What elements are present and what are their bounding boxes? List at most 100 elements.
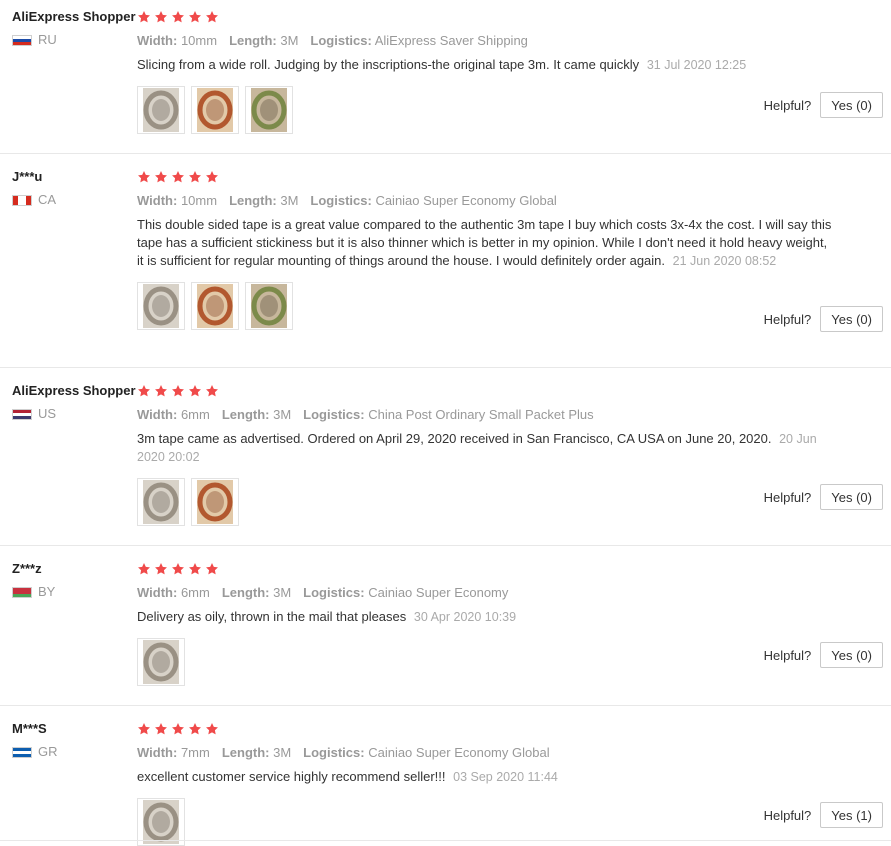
width-label: Width: bbox=[137, 585, 178, 600]
order-attributes: Width: 7mm Length: 3M Logistics: Cainiao S… bbox=[137, 744, 869, 761]
review-date: 21 Jun 2020 08:52 bbox=[672, 254, 777, 268]
star-icon bbox=[189, 723, 201, 735]
helpful-label: Helpful? bbox=[763, 97, 812, 113]
review-date: 31 Jul 2020 12:25 bbox=[646, 58, 747, 72]
width-value: 6mm bbox=[180, 407, 210, 422]
review-photo-thumbnail[interactable] bbox=[191, 282, 239, 330]
helpful-yes-button[interactable]: Yes (0) bbox=[820, 484, 883, 510]
reviewer-info: M***S GR bbox=[12, 720, 58, 760]
reviewer-name: Z***z bbox=[12, 561, 42, 576]
review-photo-thumbnail[interactable] bbox=[137, 86, 185, 134]
helpful-vote: Helpful? Yes (0) bbox=[764, 306, 883, 332]
country-code: GR bbox=[38, 744, 58, 759]
star-rating bbox=[137, 720, 869, 738]
review-date: 30 Apr 2020 10:39 bbox=[413, 610, 517, 624]
review-photo-thumbnail[interactable] bbox=[137, 478, 185, 526]
reviewer-info: AliExpress Shopper US bbox=[12, 382, 136, 422]
review-content: Width: 7mm Length: 3M Logistics: Cainiao S… bbox=[137, 720, 869, 846]
width-label: Width: bbox=[137, 193, 178, 208]
review-date: 03 Sep 2020 11:44 bbox=[453, 770, 558, 784]
helpful-label: Helpful? bbox=[763, 807, 812, 823]
star-icon bbox=[206, 563, 218, 575]
logistics-label: Logistics: bbox=[310, 193, 372, 208]
logistics-label: Logistics: bbox=[303, 585, 365, 600]
star-icon bbox=[189, 385, 201, 397]
star-rating bbox=[137, 382, 869, 400]
review-body: 3m tape came as advertised. Ordered on A… bbox=[137, 431, 772, 446]
logistics-label: Logistics: bbox=[303, 745, 365, 760]
helpful-label: Helpful? bbox=[763, 311, 812, 327]
length-label: Length: bbox=[229, 193, 277, 208]
tape-roll-photo-icon bbox=[197, 480, 233, 524]
logistics-label: Logistics: bbox=[303, 407, 365, 422]
star-icon bbox=[172, 385, 184, 397]
reviewer-info: AliExpress Shopper RU bbox=[12, 8, 136, 48]
tape-roll-photo-icon bbox=[197, 284, 233, 328]
star-icon bbox=[172, 563, 184, 575]
reviewer-info: J***u CA bbox=[12, 168, 56, 208]
review-body: Slicing from a wide roll. Judging by the… bbox=[137, 57, 640, 72]
country-code: US bbox=[38, 406, 57, 421]
review-photos bbox=[137, 478, 869, 526]
review-photo-thumbnail[interactable] bbox=[245, 86, 293, 134]
review-photo-thumbnail[interactable] bbox=[137, 798, 185, 846]
reviewer-name: AliExpress Shopper bbox=[12, 383, 136, 398]
review-divider bbox=[0, 367, 891, 368]
helpful-vote: Helpful? Yes (1) bbox=[764, 802, 883, 828]
review-photos bbox=[137, 86, 869, 134]
review-item: AliExpress Shopper US Width: 6mm Length: 3M… bbox=[0, 382, 891, 546]
helpful-yes-button[interactable]: Yes (0) bbox=[820, 92, 883, 118]
star-icon bbox=[138, 11, 150, 23]
reviewer-country: US bbox=[12, 406, 136, 422]
length-label: Length: bbox=[221, 745, 270, 760]
star-icon bbox=[155, 563, 167, 575]
reviewer-country: RU bbox=[12, 32, 136, 48]
review-divider bbox=[0, 705, 891, 706]
review-photo-thumbnail[interactable] bbox=[191, 86, 239, 134]
tape-roll-photo-icon bbox=[197, 88, 233, 132]
country-flag-icon bbox=[12, 408, 32, 420]
order-attributes: Width: 6mm Length: 3M Logistics: China Pos… bbox=[137, 406, 869, 423]
helpful-yes-button[interactable]: Yes (0) bbox=[820, 642, 883, 668]
star-icon bbox=[172, 723, 184, 735]
star-icon bbox=[138, 171, 150, 183]
star-icon bbox=[189, 171, 201, 183]
width-value: 7mm bbox=[180, 745, 210, 760]
length-label: Length: bbox=[221, 407, 270, 422]
review-content: Width: 10mm Length: 3M Logistics: AliExpre… bbox=[137, 8, 869, 134]
review-item: J***u CA Width: 10mm Length: 3M Logistics: C… bbox=[0, 168, 891, 368]
review-divider bbox=[0, 153, 891, 154]
star-icon bbox=[155, 171, 167, 183]
length-value: 3M bbox=[280, 193, 299, 208]
logistics-value: Cainiao Super Economy Global bbox=[368, 745, 550, 760]
star-rating bbox=[137, 8, 869, 26]
length-value: 3M bbox=[273, 745, 292, 760]
star-icon bbox=[172, 171, 184, 183]
review-content: Width: 6mm Length: 3M Logistics: China Pos… bbox=[137, 382, 869, 526]
star-icon bbox=[189, 563, 201, 575]
helpful-yes-button[interactable]: Yes (0) bbox=[820, 306, 883, 332]
review-photo-thumbnail[interactable] bbox=[137, 282, 185, 330]
review-photo-thumbnail[interactable] bbox=[191, 478, 239, 526]
star-icon bbox=[155, 385, 167, 397]
review-photos bbox=[137, 282, 869, 330]
logistics-value: Cainiao Super Economy bbox=[368, 585, 509, 600]
tape-roll-photo-icon bbox=[143, 480, 179, 524]
star-icon bbox=[138, 385, 150, 397]
order-attributes: Width: 10mm Length: 3M Logistics: AliExpre… bbox=[137, 32, 869, 49]
review-body: Delivery as oily, thrown in the mail tha… bbox=[137, 609, 407, 624]
length-value: 3M bbox=[273, 407, 292, 422]
width-label: Width: bbox=[137, 745, 178, 760]
review-list: AliExpress Shopper RU Width: 10mm Length: 3… bbox=[0, 0, 891, 846]
star-icon bbox=[138, 563, 150, 575]
helpful-yes-button[interactable]: Yes (1) bbox=[820, 802, 883, 828]
country-code: BY bbox=[38, 584, 56, 599]
tape-roll-photo-icon bbox=[251, 284, 287, 328]
review-text: Slicing from a wide roll. Judging by the… bbox=[137, 56, 837, 74]
star-icon bbox=[206, 171, 218, 183]
country-flag-icon bbox=[12, 34, 32, 46]
review-photo-thumbnail[interactable] bbox=[137, 638, 185, 686]
star-icon bbox=[206, 11, 218, 23]
order-attributes: Width: 6mm Length: 3M Logistics: Cainiao S… bbox=[137, 584, 869, 601]
review-photo-thumbnail[interactable] bbox=[245, 282, 293, 330]
